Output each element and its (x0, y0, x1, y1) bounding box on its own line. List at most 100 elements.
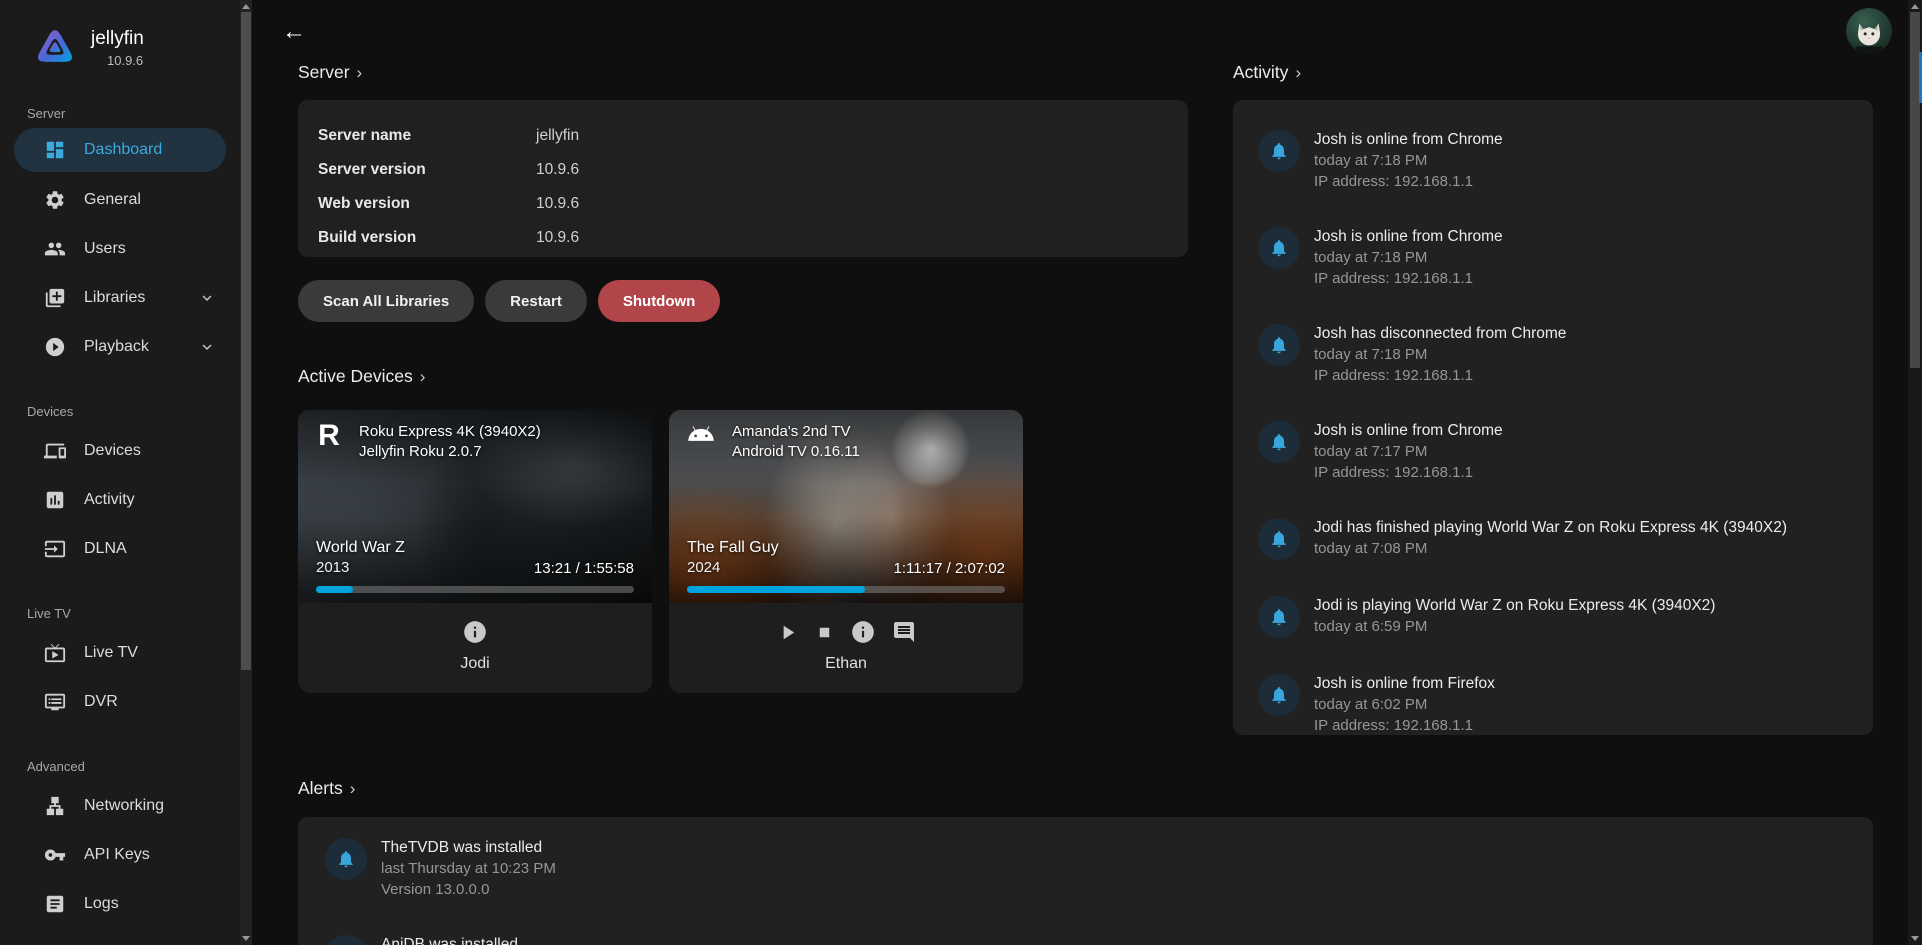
client-version: Android TV 0.16.11 (732, 442, 860, 462)
media-title: World War Z (316, 537, 405, 558)
info-icon[interactable] (462, 619, 488, 645)
server-section-heading[interactable]: Server › (298, 62, 362, 83)
sidebar-section-server: Server (27, 106, 240, 122)
sidebar-item-devices[interactable]: Devices (0, 426, 240, 475)
session-user: Jodi (460, 655, 489, 673)
alerts-heading[interactable]: Alerts › (298, 778, 355, 799)
dashboard-icon (44, 139, 66, 161)
stop-icon[interactable] (815, 623, 834, 642)
chevron-down-icon[interactable] (198, 289, 216, 307)
sidebar-item-label: API Keys (84, 846, 150, 864)
client-version: Jellyfin Roku 2.0.7 (359, 442, 541, 462)
sidebar-scrollbar-thumb[interactable] (241, 12, 251, 670)
media-year: 2024 (687, 558, 779, 577)
sidebar-item-general[interactable]: General (0, 175, 240, 224)
playback-time: 13:21 / 1:55:58 (534, 560, 634, 577)
android-icon (683, 420, 719, 450)
chevron-down-icon[interactable] (198, 338, 216, 356)
notification-avatar (1258, 674, 1300, 716)
libraries-icon (44, 287, 66, 309)
active-device-card-androidtv[interactable]: Amanda's 2nd TV Android TV 0.16.11 The F… (669, 410, 1023, 693)
sidebar-item-dlna[interactable]: DLNA (0, 524, 240, 573)
activity-heading[interactable]: Activity › (1233, 62, 1301, 83)
sidebar-item-api-keys[interactable]: API Keys (0, 830, 240, 879)
sidebar-item-dvr[interactable]: DVR (0, 677, 240, 726)
activity-icon (44, 489, 66, 511)
media-title: The Fall Guy (687, 537, 779, 558)
sidebar-item-label: Playback (84, 338, 149, 356)
server-name-row: Server name jellyfin (318, 119, 1168, 153)
scroll-up-arrow-icon[interactable] (242, 4, 250, 9)
activity-item: Josh is online from Chrome today at 7:18… (1258, 130, 1853, 191)
notification-avatar (325, 838, 367, 880)
shutdown-button[interactable]: Shutdown (598, 280, 720, 322)
bell-icon (1269, 238, 1289, 258)
user-avatar[interactable] (1846, 8, 1892, 54)
sidebar-scrollbar[interactable] (240, 0, 252, 945)
key-icon (44, 844, 66, 866)
scroll-down-arrow-icon[interactable] (242, 936, 250, 941)
sidebar-item-dashboard[interactable]: Dashboard (14, 128, 226, 172)
device-name: Amanda's 2nd TV (732, 422, 860, 442)
server-actions: Scan All Libraries Restart Shutdown (298, 280, 720, 322)
message-icon[interactable] (892, 620, 916, 644)
sidebar-item-label: Users (84, 240, 126, 258)
session-user: Ethan (825, 655, 867, 673)
alerts-panel: TheTVDB was installed last Thursday at 1… (298, 817, 1873, 945)
restart-button[interactable]: Restart (485, 280, 587, 322)
web-version-row: Web version 10.9.6 (318, 187, 1168, 221)
scroll-down-arrow-icon[interactable] (1911, 936, 1919, 941)
scroll-up-arrow-icon[interactable] (1911, 4, 1919, 9)
jellyfin-dashboard: jellyfin 10.9.6 Server Dashboard General… (0, 0, 1922, 945)
back-button[interactable]: ← (274, 14, 314, 50)
sidebar-item-logs[interactable]: Logs (0, 879, 240, 928)
sidebar-item-label: Libraries (84, 289, 145, 307)
bell-icon (1269, 141, 1289, 161)
playback-progress-fill (316, 586, 353, 593)
playback-icon (44, 336, 66, 358)
now-playing-backdrop: R Roku Express 4K (3940X2) Jellyfin Roku… (298, 410, 652, 603)
alert-item: TheTVDB was installed last Thursday at 1… (325, 838, 1873, 899)
notification-avatar (325, 935, 367, 945)
sidebar-item-networking[interactable]: Networking (0, 781, 240, 830)
logs-icon (44, 893, 66, 915)
sidebar-item-label: Logs (84, 895, 119, 913)
sidebar-item-label: Live TV (84, 644, 138, 662)
sidebar-section-advanced: Advanced (27, 759, 240, 775)
bell-icon (1269, 685, 1289, 705)
sidebar-item-live-tv[interactable]: Live TV (0, 628, 240, 677)
sidebar-item-label: DVR (84, 693, 118, 711)
sidebar-section-devices: Devices (27, 404, 240, 420)
server-version-row: Server version 10.9.6 (318, 153, 1168, 187)
play-icon[interactable] (776, 621, 799, 644)
users-icon (44, 238, 66, 260)
main-scrollbar[interactable] (1908, 0, 1922, 945)
bell-icon (336, 849, 356, 869)
now-playing-backdrop: Amanda's 2nd TV Android TV 0.16.11 The F… (669, 410, 1023, 603)
bell-icon (1269, 432, 1289, 452)
sidebar-item-libraries[interactable]: Libraries (0, 273, 240, 322)
sidebar-item-activity[interactable]: Activity (0, 475, 240, 524)
info-icon[interactable] (850, 619, 876, 645)
app-version: 10.9.6 (107, 53, 144, 68)
sidebar-item-label: Dashboard (84, 141, 162, 159)
networking-icon (44, 795, 66, 817)
sidebar-item-users[interactable]: Users (0, 224, 240, 273)
build-version-row: Build version 10.9.6 (318, 221, 1168, 255)
sidebar-item-label: DLNA (84, 540, 127, 558)
active-devices-heading[interactable]: Active Devices › (298, 366, 425, 387)
device-name: Roku Express 4K (3940X2) (359, 422, 541, 442)
activity-item: Josh is online from Firefox today at 6:0… (1258, 674, 1853, 735)
activity-item: Josh has disconnected from Chrome today … (1258, 324, 1853, 385)
notification-avatar (1258, 130, 1300, 172)
activity-item: Jodi is playing World War Z on Roku Expr… (1258, 596, 1853, 638)
scan-all-libraries-button[interactable]: Scan All Libraries (298, 280, 474, 322)
sidebar-item-label: Activity (84, 491, 135, 509)
active-device-card-roku[interactable]: R Roku Express 4K (3940X2) Jellyfin Roku… (298, 410, 652, 693)
app-brand: jellyfin 10.9.6 (0, 0, 240, 68)
live-tv-icon (44, 642, 66, 664)
notification-avatar (1258, 227, 1300, 269)
notification-avatar (1258, 324, 1300, 366)
sidebar-item-playback[interactable]: Playback (0, 322, 240, 371)
media-year: 2013 (316, 558, 405, 577)
